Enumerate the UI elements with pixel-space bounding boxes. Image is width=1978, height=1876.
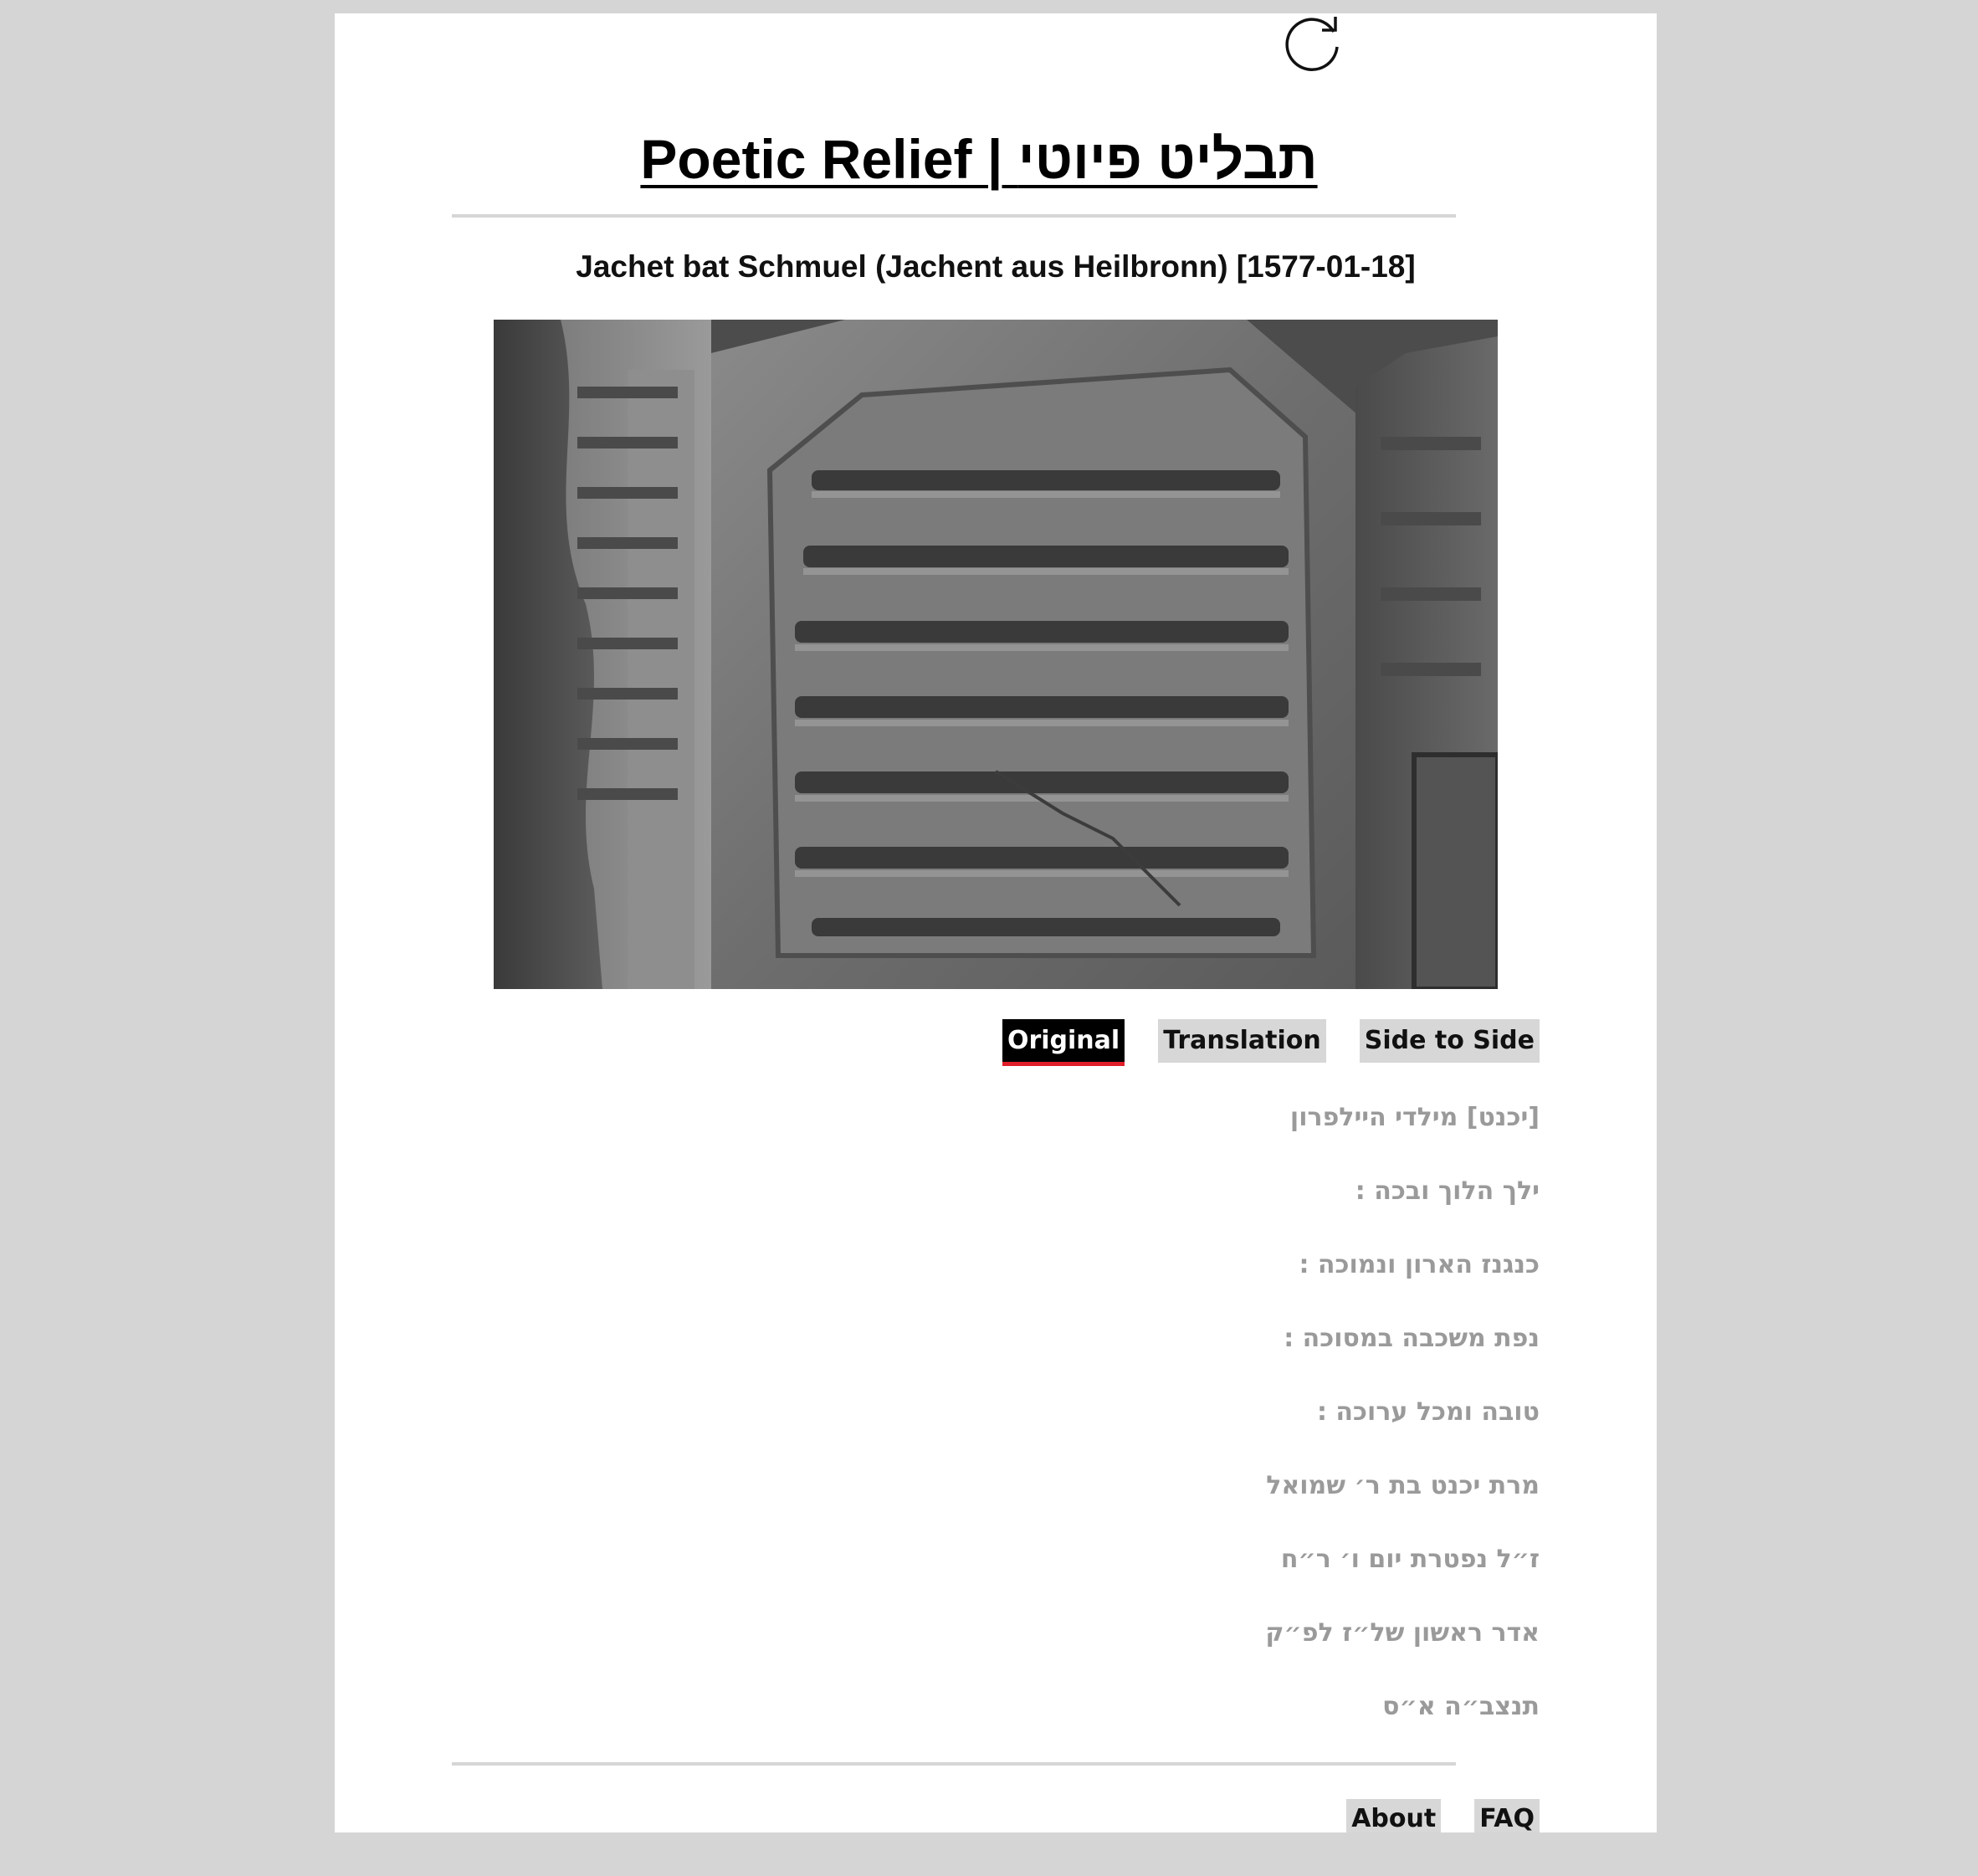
text-line: נפת משכבה במסוכה : (1284, 1324, 1540, 1353)
content-panel: Poetic Relief | תבליט פיוטי Jachet bat S… (335, 13, 1657, 1833)
header-divider (452, 214, 1456, 218)
record-title: Jachet bat Schmuel (Jachent aus Heilbron… (576, 249, 1416, 284)
tab-side-to-side[interactable]: Side to Side (1359, 1019, 1540, 1063)
footer-nav: FAQ About (1346, 1799, 1540, 1833)
text-line: מרת יכנט בת ר׳ שמואל (1266, 1471, 1540, 1500)
text-line: [יכנט] מילדי היילפרון (1289, 1103, 1540, 1132)
text-line: אדר ראשון של״ז לפ״ק (1265, 1618, 1540, 1648)
about-link[interactable]: About (1346, 1799, 1442, 1833)
text-line: ז״ל נפטרת יום ו׳ ר״ח (1280, 1545, 1540, 1574)
text-line: תנצב״ה א״ס (1382, 1692, 1540, 1721)
site-header: Poetic Relief | תבליט פיוטי (335, 97, 1657, 197)
tab-original[interactable]: Original (1002, 1019, 1125, 1066)
text-line: טובה ומכל ערוכה : (1316, 1397, 1540, 1427)
tab-translation[interactable]: Translation (1158, 1019, 1326, 1063)
footer-divider (452, 1762, 1456, 1766)
text-line: ילך הלוך ובכה : (1355, 1176, 1540, 1206)
text-line: כנגנז הארון ונמוכה : (1299, 1250, 1540, 1279)
gravestone-photo (494, 320, 1498, 989)
refresh-icon[interactable] (1280, 13, 1347, 80)
view-tabs: Side to Side Translation Original (1002, 1019, 1540, 1066)
faq-link[interactable]: FAQ (1474, 1799, 1540, 1833)
site-title-link[interactable]: Poetic Relief | תבליט פיוטי (640, 127, 1317, 191)
original-text: [יכנט] מילדי היילפרון ילך הלוך ובכה : כנ… (703, 1101, 1540, 1764)
